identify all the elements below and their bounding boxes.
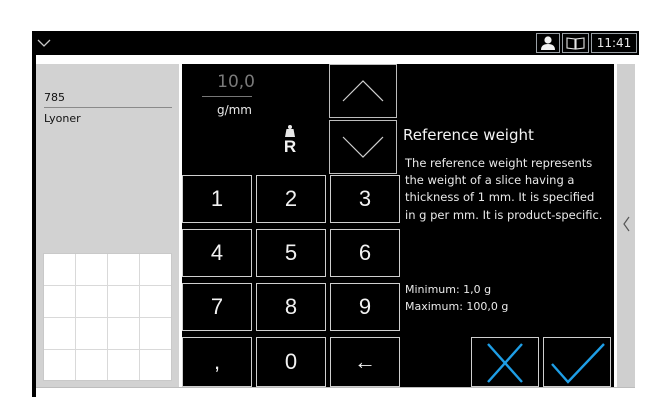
user-icon [541,36,555,50]
key-3[interactable]: 3 [330,175,400,223]
key-9[interactable]: 9 [330,283,400,331]
chevron-up-icon [342,80,384,102]
key-6[interactable]: 6 [330,229,400,277]
key-1[interactable]: 1 [182,175,252,223]
product-number: 785 [44,91,65,104]
chevron-down-icon[interactable] [32,31,56,55]
check-icon [551,343,605,384]
divider [44,107,172,108]
cancel-button[interactable] [471,337,539,387]
info-title: Reference weight [403,126,534,144]
decrement-button[interactable] [329,120,397,174]
reference-weight-icon: R [278,124,302,164]
product-image-placeholder [43,253,172,381]
key-7[interactable]: 7 [182,283,252,331]
product-panel: 785 Lyoner [36,64,179,388]
close-icon [487,343,523,383]
backspace-button[interactable]: ← [330,337,400,387]
side-panel-toggle[interactable] [617,64,635,387]
chevron-down-icon [342,136,384,158]
key-4[interactable]: 4 [182,229,252,277]
user-button[interactable] [536,33,560,53]
maximum-label: Maximum: 100,0 g [405,300,509,313]
top-bar: 11:41 [32,31,639,55]
key-2[interactable]: 2 [256,175,326,223]
info-panel: Reference weight The reference weight re… [400,64,614,387]
numeric-keypad: 10,0 g/mm R 1 2 3 4 5 6 7 8 9 , 0 ← [182,64,400,387]
unit-label: g/mm [216,103,252,117]
info-description: The reference weight represents the weig… [405,156,603,222]
manual-button[interactable] [562,33,589,53]
key-5[interactable]: 5 [256,229,326,277]
minimum-label: Minimum: 1,0 g [405,283,492,296]
key-decimal[interactable]: , [182,337,252,387]
key-0[interactable]: 0 [256,337,326,387]
bottom-border [36,387,635,388]
confirm-button[interactable] [543,337,611,387]
product-name: Lyoner [44,112,81,125]
divider [202,96,252,97]
book-icon [566,37,585,50]
increment-button[interactable] [329,64,397,118]
chevron-left-icon [623,216,630,232]
clock: 11:41 [591,33,637,53]
value-display: 10,0 [217,72,255,92]
key-8[interactable]: 8 [256,283,326,331]
